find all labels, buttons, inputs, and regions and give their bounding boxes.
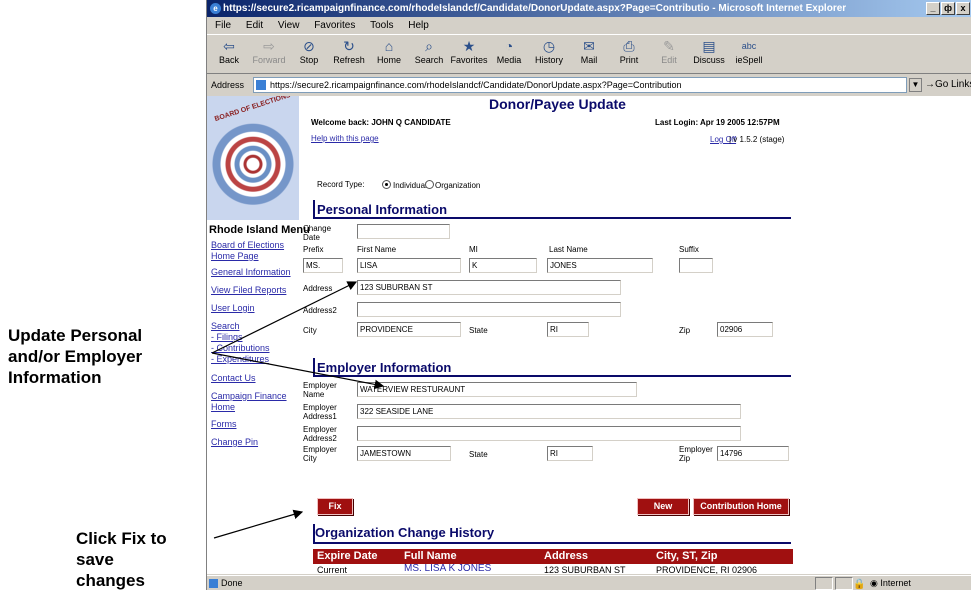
arrow-to-fix [213,509,304,539]
arrow-to-employer [211,352,385,390]
arrow-to-address [211,281,358,354]
callout-arrows [211,281,385,539]
